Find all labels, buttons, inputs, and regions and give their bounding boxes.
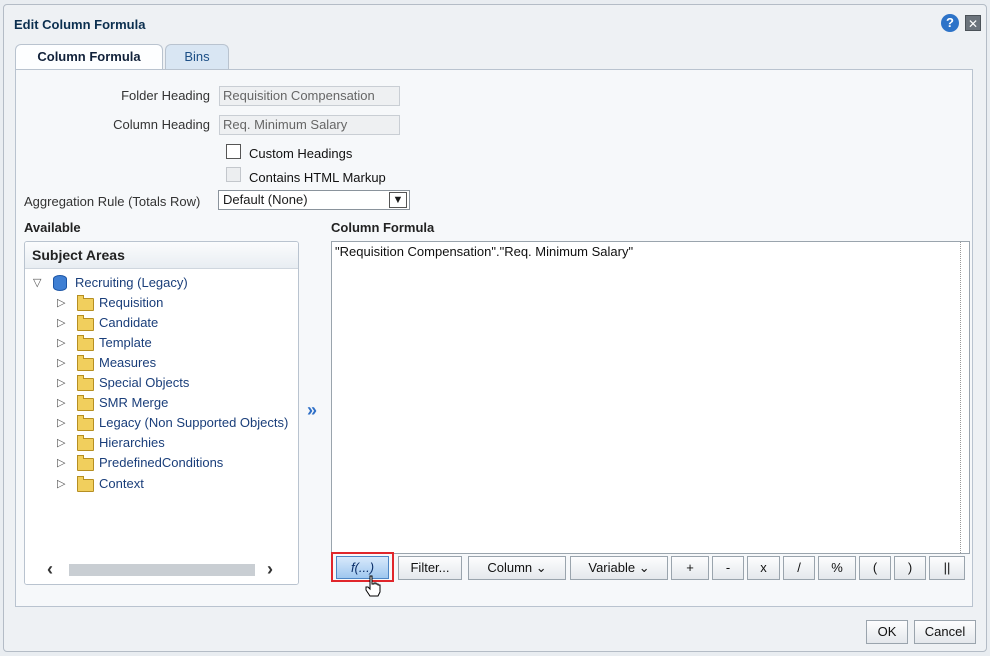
column-menu-button[interactable]: Column ⌄ bbox=[468, 556, 566, 580]
help-icon[interactable]: ? bbox=[941, 14, 959, 32]
available-heading: Available bbox=[24, 220, 81, 235]
open-paren-button[interactable]: ( bbox=[859, 556, 891, 580]
column-menu-label: Column bbox=[487, 560, 533, 575]
expand-triangle-icon[interactable]: ▷ bbox=[57, 334, 67, 352]
formula-edge-line bbox=[959, 242, 961, 553]
tree-item-label: Template bbox=[99, 335, 152, 350]
chevron-down-icon: ⌄ bbox=[535, 560, 547, 575]
divide-operator-button[interactable]: / bbox=[783, 556, 815, 580]
tree-root-label: Recruiting (Legacy) bbox=[75, 275, 188, 290]
folder-icon bbox=[77, 295, 94, 311]
variable-menu-label: Variable bbox=[588, 560, 636, 575]
folder-icon bbox=[77, 335, 94, 351]
horizontal-scrollbar[interactable]: ‹ › bbox=[25, 556, 298, 584]
folder-icon bbox=[77, 476, 94, 492]
expand-triangle-icon[interactable]: ▷ bbox=[57, 294, 67, 312]
column-formula-textarea[interactable]: "Requisition Compensation"."Req. Minimum… bbox=[331, 241, 970, 554]
concat-operator-button[interactable]: || bbox=[929, 556, 965, 580]
scroll-right-icon[interactable]: › bbox=[267, 559, 273, 580]
expand-triangle-icon[interactable]: ▷ bbox=[57, 374, 67, 392]
folder-icon bbox=[77, 395, 94, 411]
tab-column-formula[interactable]: Column Formula bbox=[15, 44, 163, 70]
add-to-formula-icon[interactable]: » bbox=[307, 400, 317, 421]
subject-area-icon bbox=[53, 275, 67, 291]
custom-headings-checkbox[interactable] bbox=[226, 144, 241, 159]
filter-button[interactable]: Filter... bbox=[398, 556, 462, 580]
tab-bins[interactable]: Bins bbox=[165, 44, 229, 70]
folder-icon bbox=[77, 435, 94, 451]
formula-text: "Requisition Compensation"."Req. Minimum… bbox=[335, 244, 634, 259]
close-icon[interactable]: ✕ bbox=[965, 15, 981, 31]
collapse-triangle-icon[interactable]: ▽ bbox=[33, 274, 43, 292]
aggregation-rule-select[interactable]: Default (None) ▼ bbox=[218, 190, 410, 210]
tree-item-label: SMR Merge bbox=[99, 395, 169, 410]
subject-areas-panel: Subject Areas ▽ Recruiting (Legacy) ▷ Re… bbox=[24, 241, 299, 585]
plus-operator-button[interactable]: + bbox=[671, 556, 709, 580]
hand-cursor-icon bbox=[365, 575, 381, 597]
tree-item-label: Context bbox=[99, 476, 144, 491]
expand-triangle-icon[interactable]: ▷ bbox=[57, 414, 67, 432]
expand-triangle-icon[interactable]: ▷ bbox=[57, 314, 67, 332]
scrollbar-thumb[interactable] bbox=[69, 564, 255, 576]
cancel-button[interactable]: Cancel bbox=[914, 620, 976, 644]
scroll-left-icon[interactable]: ‹ bbox=[47, 559, 53, 580]
percent-operator-button[interactable]: % bbox=[818, 556, 856, 580]
custom-headings-label: Custom Headings bbox=[249, 146, 353, 161]
subject-areas-title: Subject Areas bbox=[25, 242, 298, 269]
tree-item-label: PredefinedConditions bbox=[99, 455, 224, 470]
column-heading-field: Req. Minimum Salary bbox=[219, 115, 400, 135]
folder-icon bbox=[77, 315, 94, 331]
dialog-title: Edit Column Formula bbox=[14, 17, 146, 32]
tree-item-label: Hierarchies bbox=[99, 435, 165, 450]
expand-triangle-icon[interactable]: ▷ bbox=[57, 394, 67, 412]
variable-menu-button[interactable]: Variable ⌄ bbox=[570, 556, 668, 580]
chevron-down-icon[interactable]: ▼ bbox=[389, 192, 407, 208]
contains-html-checkbox bbox=[226, 167, 241, 182]
aggregation-rule-label: Aggregation Rule (Totals Row) bbox=[24, 194, 201, 209]
ok-button[interactable]: OK bbox=[866, 620, 908, 644]
folder-icon bbox=[77, 375, 94, 391]
expand-triangle-icon[interactable]: ▷ bbox=[57, 454, 67, 472]
folder-heading-label: Folder Heading bbox=[121, 88, 210, 103]
tree-item-label: Candidate bbox=[99, 315, 159, 330]
close-paren-button[interactable]: ) bbox=[894, 556, 926, 580]
folder-heading-field: Requisition Compensation bbox=[219, 86, 400, 106]
minus-operator-button[interactable]: - bbox=[712, 556, 744, 580]
expand-triangle-icon[interactable]: ▷ bbox=[57, 434, 67, 452]
multiply-operator-button[interactable]: x bbox=[747, 556, 780, 580]
folder-icon bbox=[77, 455, 94, 471]
aggregation-rule-value: Default (None) bbox=[223, 192, 308, 207]
expand-triangle-icon[interactable]: ▷ bbox=[57, 354, 67, 372]
column-heading-label: Column Heading bbox=[113, 117, 210, 132]
column-formula-heading: Column Formula bbox=[331, 220, 435, 235]
tree-item-label: Special Objects bbox=[99, 375, 190, 390]
contains-html-label: Contains HTML Markup bbox=[249, 170, 386, 185]
expand-triangle-icon[interactable]: ▷ bbox=[57, 475, 67, 493]
tree-item-label: Measures bbox=[99, 355, 157, 370]
folder-icon bbox=[77, 415, 94, 431]
tree-item-label: Legacy (Non Supported Objects) bbox=[99, 415, 289, 430]
tree-item-label: Requisition bbox=[99, 295, 164, 310]
chevron-down-icon: ⌄ bbox=[638, 560, 650, 575]
folder-icon bbox=[77, 355, 94, 371]
